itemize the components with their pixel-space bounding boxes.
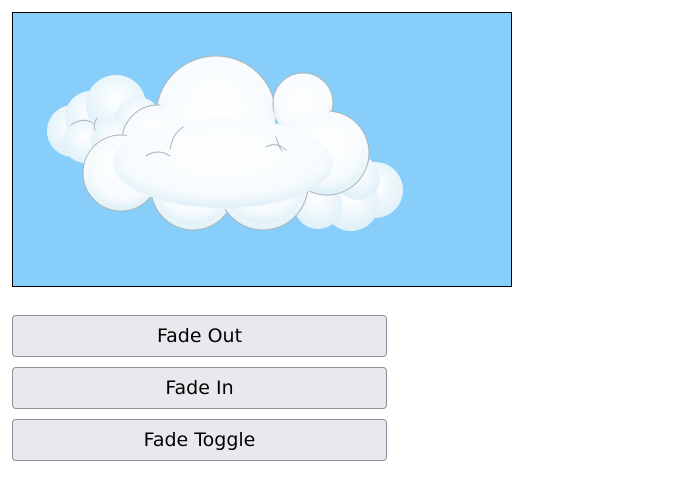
cloud-image: [47, 55, 403, 231]
cloud-image-panel: [12, 12, 512, 287]
fade-in-button[interactable]: Fade In: [12, 367, 387, 409]
fade-toggle-button[interactable]: Fade Toggle: [12, 419, 387, 461]
fade-out-button[interactable]: Fade Out: [12, 315, 387, 357]
